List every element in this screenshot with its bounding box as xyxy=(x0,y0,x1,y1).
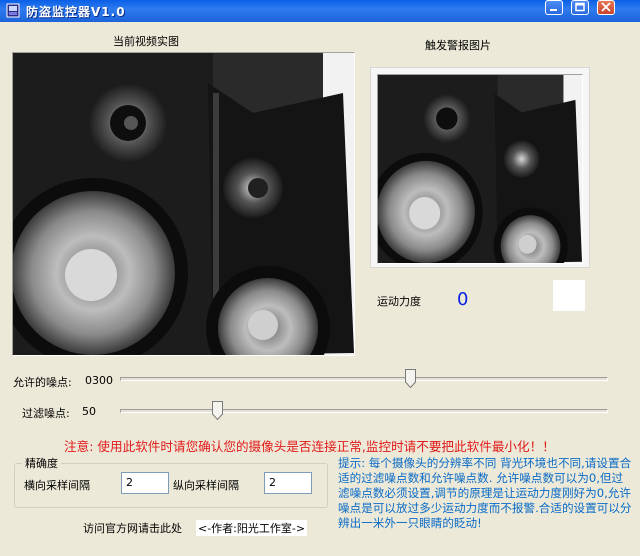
minimize-button[interactable] xyxy=(545,0,563,15)
horizontal-interval-input[interactable]: 2 xyxy=(121,472,169,494)
noise-allowed-slider[interactable] xyxy=(405,369,416,388)
window-title: 防盗监控器V1.0 xyxy=(26,5,126,19)
alarm-image-view xyxy=(377,74,583,264)
speaker-image xyxy=(13,53,354,355)
horizontal-interval-label: 横向采样间隔 xyxy=(24,479,90,492)
maximize-button[interactable] xyxy=(571,0,589,15)
precision-title: 精确度 xyxy=(22,455,61,471)
hint-text: 提示: 每个摄像头的分辨率不同 背光环境也不同,请设置合适的过滤噪点数和允许噪点… xyxy=(338,456,632,530)
noise-allowed-label: 允许的噪点: xyxy=(13,376,72,389)
vertical-interval-label: 纵向采样间隔 xyxy=(173,479,239,492)
noise-filter-value: 50 xyxy=(82,405,96,418)
noise-allowed-value: 0300 xyxy=(85,374,113,387)
live-video-view xyxy=(12,52,355,356)
noise-filter-label: 过滤噪点: xyxy=(22,407,70,420)
app-icon xyxy=(6,3,20,18)
minimize-icon xyxy=(550,9,557,11)
alarm-image-frame xyxy=(370,67,590,268)
motion-value: 0 xyxy=(457,289,469,310)
live-video-label: 当前视频实图 xyxy=(113,35,179,48)
close-icon xyxy=(601,2,611,12)
author-label: <-作者:阳光工作室-> xyxy=(196,520,308,536)
official-site-link[interactable]: 访问官方网请击此处 xyxy=(83,520,182,536)
noise-allowed-track[interactable] xyxy=(120,377,608,381)
maximize-icon xyxy=(575,2,585,12)
warning-text: 注意: 使用此软件时请您确认您的摄像头是否连接正常,监控时请不要把此软件最小化！… xyxy=(64,439,555,454)
alarm-image-label: 触发警报图片 xyxy=(425,39,491,52)
noise-filter-slider[interactable] xyxy=(212,401,223,420)
alarm-speaker-image xyxy=(378,75,582,263)
motion-indicator xyxy=(553,280,585,311)
vertical-interval-input[interactable]: 2 xyxy=(264,472,312,494)
close-button[interactable] xyxy=(597,0,615,15)
noise-filter-track[interactable] xyxy=(120,409,608,413)
motion-label: 运动力度 xyxy=(377,295,421,308)
